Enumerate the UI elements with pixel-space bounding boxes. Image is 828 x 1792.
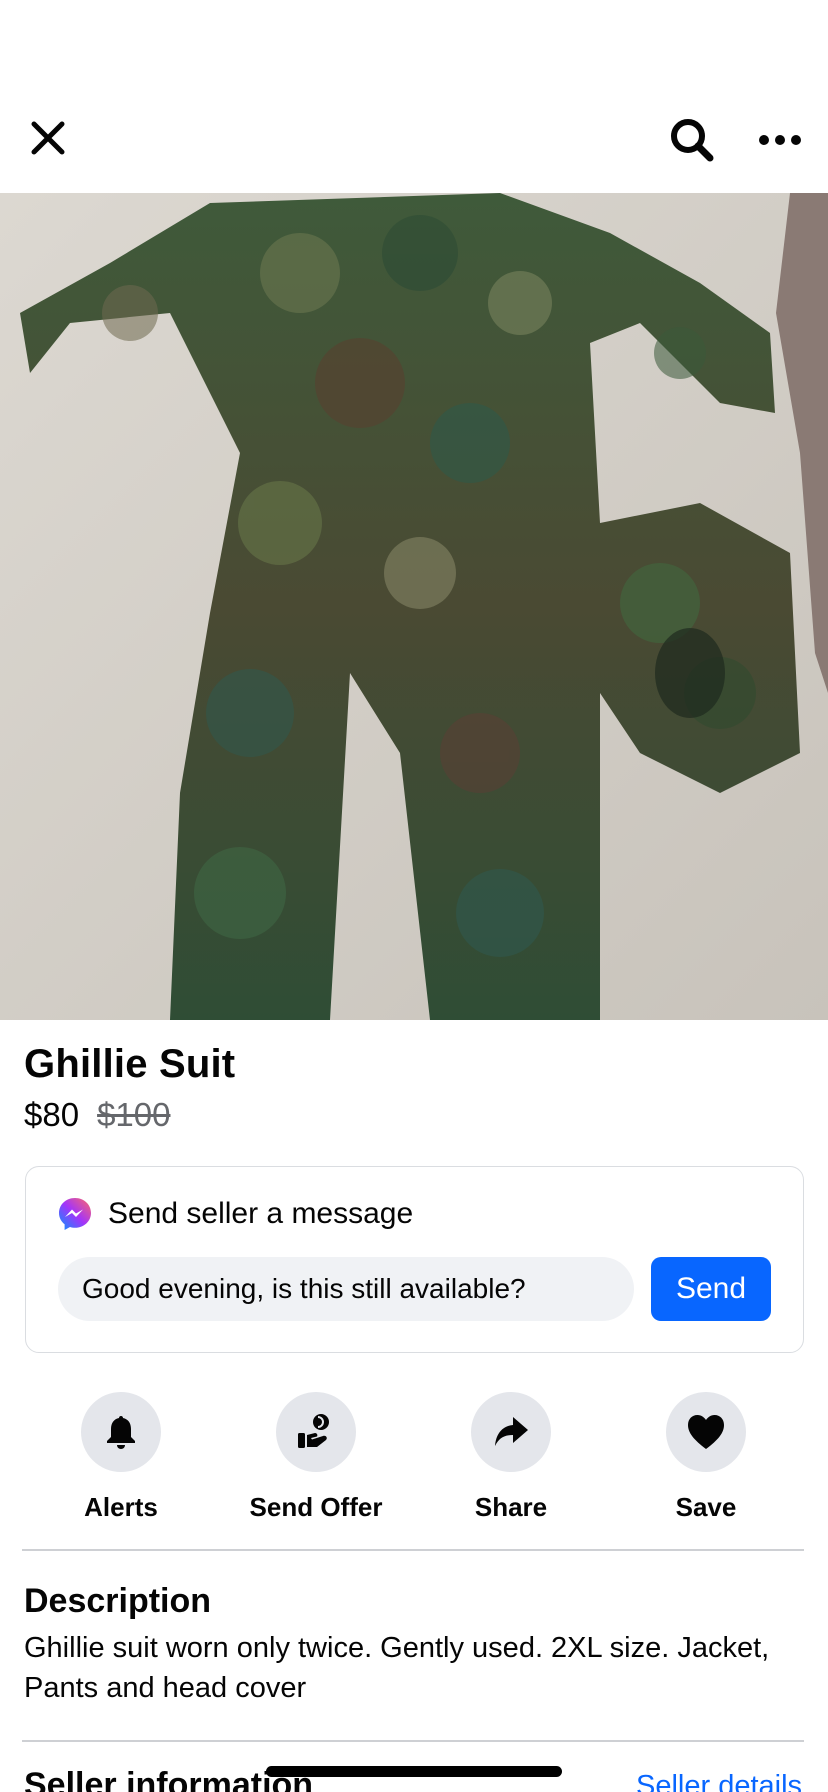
- description-text: Ghillie suit worn only twice. Gently use…: [24, 1632, 770, 1704]
- send-offer-label: Send Offer: [249, 1492, 383, 1522]
- description-heading: Description: [24, 1582, 212, 1620]
- close-icon: [31, 121, 65, 155]
- more-horizontal-icon: [759, 135, 801, 145]
- send-offer-icon-circle: [276, 1392, 356, 1472]
- listing-title: Ghillie Suit: [24, 1042, 236, 1086]
- bell-icon: [107, 1416, 135, 1449]
- save-label: Save: [675, 1492, 737, 1522]
- divider: [22, 1740, 804, 1742]
- send-button[interactable]: Send: [651, 1257, 771, 1321]
- listing-photo[interactable]: [0, 193, 828, 1020]
- search-button[interactable]: [664, 112, 720, 168]
- more-options-button[interactable]: [754, 118, 806, 162]
- share-icon-circle: [471, 1392, 551, 1472]
- original-price: $100: [97, 1096, 171, 1133]
- listing-price: $80: [24, 1096, 80, 1133]
- home-indicator[interactable]: [266, 1766, 562, 1777]
- action-buttons-row: Alerts Send Offer Share Save: [0, 1392, 828, 1522]
- heart-icon: [688, 1415, 724, 1449]
- alerts-button[interactable]: Alerts: [31, 1392, 211, 1523]
- share-label: Share: [474, 1492, 548, 1522]
- top-bar: [0, 0, 828, 193]
- save-icon-circle: [666, 1392, 746, 1472]
- alerts-icon-circle: [81, 1392, 161, 1472]
- messenger-icon: [59, 1198, 91, 1230]
- message-card-heading: Send seller a message: [108, 1197, 414, 1230]
- send-offer-button[interactable]: Send Offer: [226, 1392, 406, 1523]
- send-message-card: Send seller a message Send: [25, 1166, 804, 1353]
- save-button[interactable]: Save: [616, 1392, 796, 1523]
- seller-details-link[interactable]: Seller details: [636, 1770, 802, 1792]
- message-input[interactable]: [58, 1257, 634, 1321]
- close-button[interactable]: [22, 112, 74, 164]
- message-card-header: Send seller a message: [58, 1197, 413, 1231]
- offer-hand-icon: [298, 1414, 329, 1448]
- price-row: $80 $100: [24, 1096, 170, 1134]
- share-button[interactable]: Share: [421, 1392, 601, 1523]
- search-icon: [671, 119, 714, 162]
- ghillie-suit-image: [0, 193, 828, 1020]
- divider: [22, 1549, 804, 1551]
- share-arrow-icon: [495, 1417, 528, 1446]
- alerts-label: Alerts: [84, 1492, 158, 1522]
